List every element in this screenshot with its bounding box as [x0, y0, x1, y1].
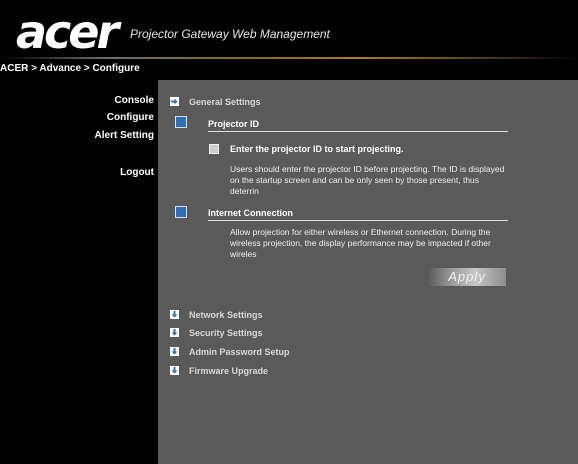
- right-arrow-icon[interactable]: [170, 97, 179, 106]
- header-divider: [0, 57, 578, 59]
- projector-id-divider: [208, 131, 508, 132]
- down-arrow-icon[interactable]: [170, 366, 179, 375]
- internet-connection-divider: [208, 220, 508, 221]
- down-arrow-icon[interactable]: [170, 328, 179, 337]
- apply-button[interactable]: Apply: [428, 268, 506, 286]
- network-settings-header[interactable]: Network Settings: [189, 310, 263, 320]
- admin-password-setup-header[interactable]: Admin Password Setup: [189, 347, 290, 357]
- projector-id-description: Users should enter the projector ID befo…: [230, 164, 505, 196]
- projector-id-icon: [175, 116, 187, 128]
- sidebar-item-alert-setting[interactable]: Alert Setting: [95, 130, 154, 141]
- security-settings-header[interactable]: Security Settings: [189, 328, 263, 338]
- main-panel: General Settings Projector ID Enter the …: [158, 80, 578, 464]
- projector-id-title: Projector ID: [208, 119, 260, 129]
- sidebar-item-console[interactable]: Console: [115, 95, 154, 106]
- internet-connection-icon: [175, 206, 187, 218]
- header: acer Projector Gateway Web Management AC…: [0, 0, 578, 74]
- projector-id-checkbox-label: Enter the projector ID to start projecti…: [230, 144, 404, 154]
- sidebar-item-logout[interactable]: Logout: [120, 167, 154, 178]
- down-arrow-icon[interactable]: [170, 310, 179, 319]
- down-arrow-icon[interactable]: [170, 347, 179, 356]
- sidebar-item-configure[interactable]: Configure: [107, 112, 154, 123]
- breadcrumb: ACER > Advance > Configure: [0, 63, 140, 74]
- sidebar: Console Configure Alert Setting Logout: [0, 80, 158, 464]
- internet-connection-description: Allow projection for either wireless or …: [230, 227, 491, 259]
- internet-connection-title: Internet Connection: [208, 208, 293, 218]
- projector-id-checkbox[interactable]: [209, 144, 219, 154]
- firmware-upgrade-header[interactable]: Firmware Upgrade: [189, 366, 268, 376]
- acer-logo: acer: [16, 5, 119, 59]
- product-title: Projector Gateway Web Management: [130, 27, 330, 41]
- general-settings-header[interactable]: General Settings: [189, 97, 261, 107]
